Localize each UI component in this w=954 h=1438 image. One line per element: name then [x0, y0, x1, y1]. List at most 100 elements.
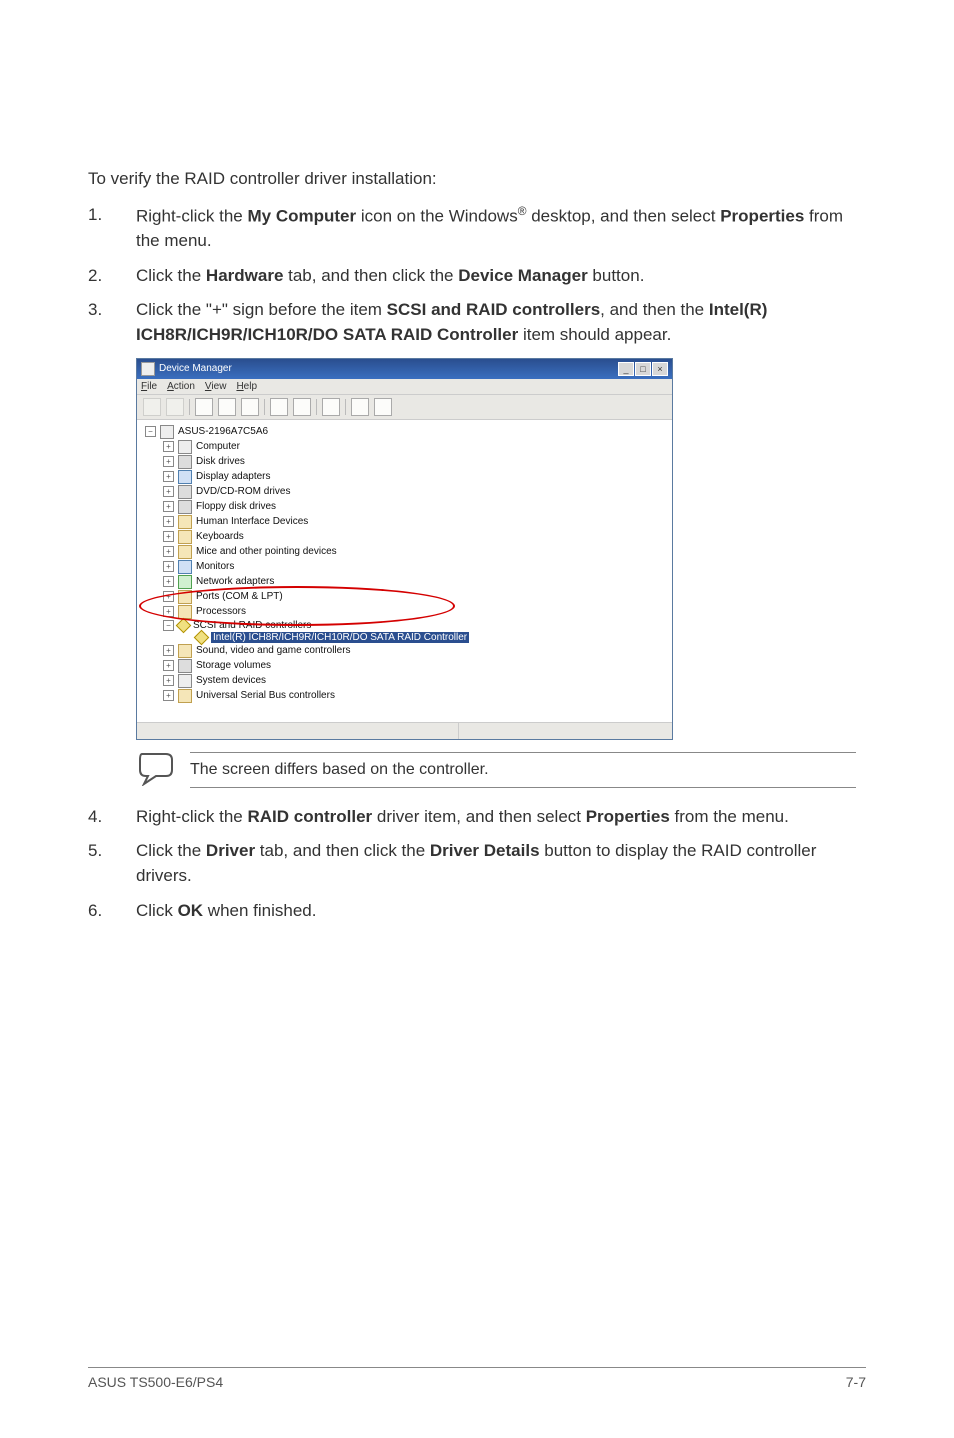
- tree-item[interactable]: +Keyboards: [163, 530, 664, 544]
- expand-icon[interactable]: +: [163, 456, 174, 467]
- app-icon: [141, 362, 155, 376]
- toolbar: [137, 395, 672, 420]
- expand-icon[interactable]: +: [163, 561, 174, 572]
- device-manager-window: Device Manager _ □ × File Action View He…: [136, 358, 673, 740]
- expand-icon[interactable]: +: [163, 531, 174, 542]
- text: icon on the Windows: [356, 206, 518, 225]
- bold: OK: [178, 901, 204, 920]
- device-icon: [178, 515, 192, 529]
- step-number: 1.: [88, 203, 102, 228]
- bold: Driver Details: [430, 841, 540, 860]
- device-icon: [178, 530, 192, 544]
- expand-icon[interactable]: +: [163, 591, 174, 602]
- toolbar-icon[interactable]: [218, 398, 236, 416]
- text: Click the: [136, 266, 206, 285]
- text: Right-click the: [136, 206, 247, 225]
- tree-item-raid-controller[interactable]: Intel(R) ICH8R/ICH9R/ICH10R/DO SATA RAID…: [181, 632, 664, 643]
- bold: SCSI and RAID controllers: [387, 300, 600, 319]
- tree-label: Processors: [196, 606, 246, 617]
- tree-item[interactable]: + Sound, video and game controllers: [163, 644, 664, 658]
- expand-icon[interactable]: +: [163, 576, 174, 587]
- toolbar-icon[interactable]: [195, 398, 213, 416]
- tree-item[interactable]: +Floppy disk drives: [163, 500, 664, 514]
- window-controls: _ □ ×: [618, 362, 668, 376]
- tree-label: ASUS-2196A7C5A6: [178, 426, 268, 437]
- expand-icon[interactable]: +: [163, 546, 174, 557]
- text: from the menu.: [670, 807, 789, 826]
- collapse-icon[interactable]: −: [163, 620, 174, 631]
- expand-icon[interactable]: +: [163, 516, 174, 527]
- toolbar-icon[interactable]: [322, 398, 340, 416]
- device-icon: [194, 629, 210, 645]
- forward-icon[interactable]: [166, 398, 184, 416]
- status-bar: [137, 722, 672, 739]
- expand-icon[interactable]: +: [163, 441, 174, 452]
- tree-label: Disk drives: [196, 456, 245, 467]
- text: Click the "+" sign before the item: [136, 300, 387, 319]
- expand-icon[interactable]: +: [163, 690, 174, 701]
- device-icon: [178, 689, 192, 703]
- tree-item-scsi[interactable]: −SCSI and RAID controllers: [163, 620, 664, 631]
- step-5: 5. Click the Driver tab, and then click …: [88, 839, 866, 888]
- tree-root[interactable]: − ASUS-2196A7C5A6: [145, 425, 664, 439]
- menu-file[interactable]: File: [141, 381, 157, 392]
- toolbar-icon[interactable]: [270, 398, 288, 416]
- expand-icon[interactable]: +: [163, 486, 174, 497]
- expand-icon[interactable]: +: [163, 606, 174, 617]
- expand-icon[interactable]: +: [163, 660, 174, 671]
- device-icon: [178, 674, 192, 688]
- step-number: 4.: [88, 805, 102, 830]
- device-icon: [178, 560, 192, 574]
- close-button[interactable]: ×: [652, 362, 668, 376]
- tree-item[interactable]: +Monitors: [163, 560, 664, 574]
- document-page: To verify the RAID controller driver ins…: [0, 0, 954, 1438]
- toolbar-icon[interactable]: [374, 398, 392, 416]
- tree-label: Universal Serial Bus controllers: [196, 690, 335, 701]
- tree-item[interactable]: + Ports (COM & LPT): [163, 590, 664, 604]
- tree-label: Ports (COM & LPT): [196, 591, 283, 602]
- expand-icon[interactable]: +: [163, 645, 174, 656]
- bold: Device Manager: [458, 266, 587, 285]
- step-number: 6.: [88, 899, 102, 924]
- tree-item[interactable]: +Mice and other pointing devices: [163, 545, 664, 559]
- expand-icon[interactable]: +: [163, 471, 174, 482]
- expand-icon[interactable]: +: [163, 501, 174, 512]
- expand-icon[interactable]: +: [163, 675, 174, 686]
- back-icon[interactable]: [143, 398, 161, 416]
- tree-item[interactable]: +Computer: [163, 440, 664, 454]
- tree-item[interactable]: + Display adapters: [163, 470, 664, 484]
- tree-item[interactable]: +Network adapters: [163, 575, 664, 589]
- menu-help[interactable]: Help: [236, 381, 257, 392]
- tree-item[interactable]: + Disk drives: [163, 455, 664, 469]
- menu-view[interactable]: View: [205, 381, 227, 392]
- tree-item[interactable]: +Storage volumes: [163, 659, 664, 673]
- maximize-button[interactable]: □: [635, 362, 651, 376]
- text: driver item, and then select: [372, 807, 586, 826]
- tree-item[interactable]: +Human Interface Devices: [163, 515, 664, 529]
- toolbar-icon[interactable]: [293, 398, 311, 416]
- tree-label: Sound, video and game controllers: [196, 645, 351, 656]
- tree-label: DVD/CD-ROM drives: [196, 486, 290, 497]
- menu-action[interactable]: Action: [167, 381, 195, 392]
- menu-bar: File Action View Help: [137, 379, 672, 395]
- tree-item[interactable]: + DVD/CD-ROM drives: [163, 485, 664, 499]
- bold: RAID controller: [247, 807, 372, 826]
- computer-icon: [160, 425, 174, 439]
- tree-item[interactable]: +System devices: [163, 674, 664, 688]
- tree-label: Display adapters: [196, 471, 270, 482]
- step-3: 3. Click the "+" sign before the item SC…: [88, 298, 866, 347]
- toolbar-icon[interactable]: [351, 398, 369, 416]
- tree-item[interactable]: + Processors: [163, 605, 664, 619]
- toolbar-icon[interactable]: [241, 398, 259, 416]
- minimize-button[interactable]: _: [618, 362, 634, 376]
- tree-item[interactable]: + Universal Serial Bus controllers: [163, 689, 664, 703]
- step-6: 6. Click OK when finished.: [88, 899, 866, 924]
- collapse-icon[interactable]: −: [145, 426, 156, 437]
- window-titlebar: Device Manager _ □ ×: [137, 359, 672, 379]
- bold: Driver: [206, 841, 255, 860]
- device-icon: [178, 470, 192, 484]
- text: Right-click the: [136, 807, 247, 826]
- step-number: 2.: [88, 264, 102, 289]
- step-2: 2. Click the Hardware tab, and then clic…: [88, 264, 866, 289]
- device-icon: [178, 575, 192, 589]
